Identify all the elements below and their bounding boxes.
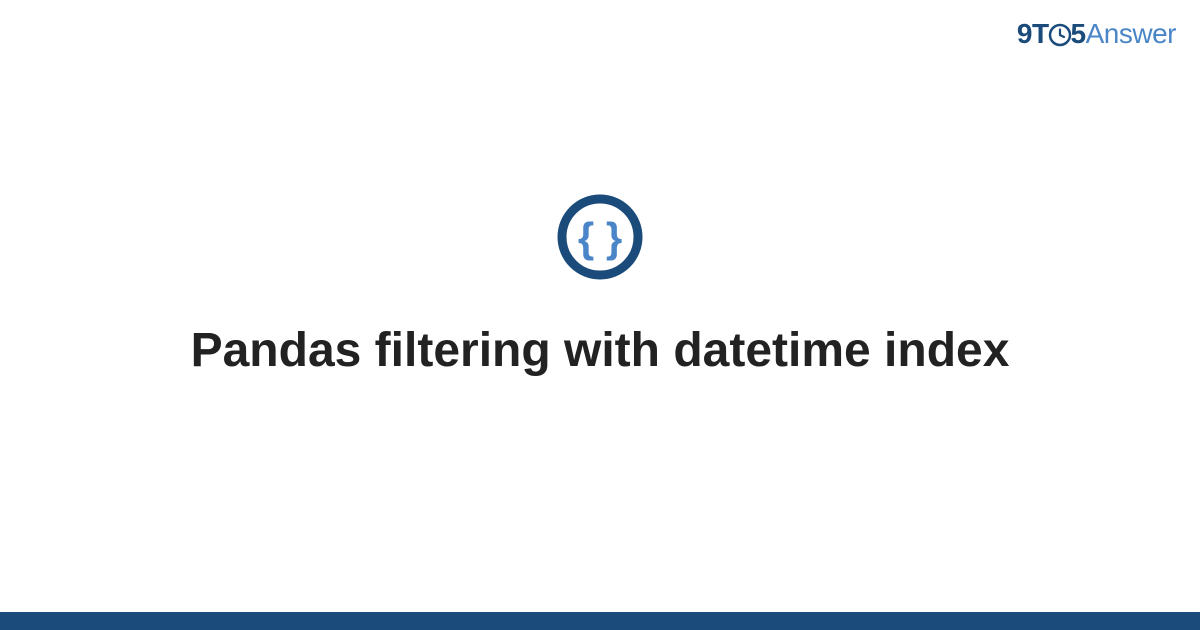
svg-text:{ }: { } (578, 214, 622, 261)
page-title: Pandas filtering with datetime index (191, 321, 1010, 381)
footer-bar (0, 612, 1200, 630)
main-content: { } Pandas filtering with datetime index (0, 0, 1200, 612)
code-braces-icon: { } (555, 192, 645, 287)
